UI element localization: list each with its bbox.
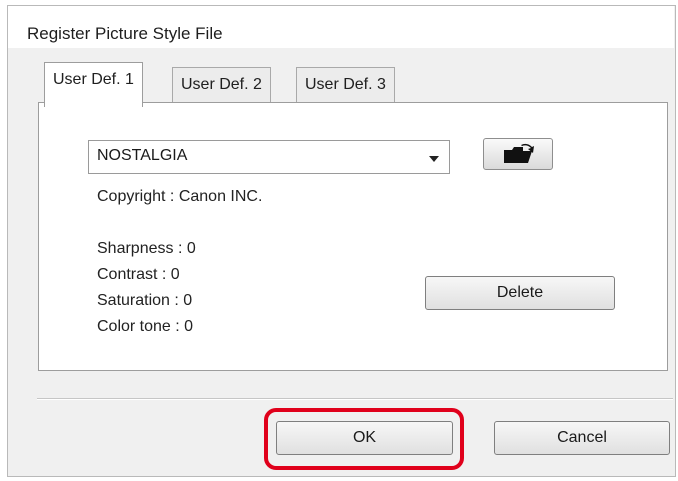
ok-highlight-box (264, 408, 464, 470)
sharpness-value: Sharpness : 0 (97, 240, 196, 257)
open-file-button[interactable] (483, 138, 553, 170)
chevron-down-icon[interactable] (429, 156, 439, 162)
delete-button[interactable]: Delete (425, 276, 615, 310)
tab-user-def-2[interactable]: User Def. 2 (172, 67, 271, 104)
contrast-value: Contrast : 0 (97, 266, 180, 283)
tab-user-def-3[interactable]: User Def. 3 (296, 67, 395, 104)
window-title: Register Picture Style File (27, 24, 223, 43)
saturation-value: Saturation : 0 (97, 292, 193, 309)
color-tone-value: Color tone : 0 (97, 318, 194, 335)
picture-style-select[interactable]: NOSTALGIA (88, 140, 450, 174)
title-bar: Register Picture Style File (8, 6, 674, 48)
picture-style-value: NOSTALGIA (97, 147, 188, 164)
tab-user-def-1[interactable]: User Def. 1 (44, 62, 143, 107)
cancel-button[interactable]: Cancel (494, 421, 670, 455)
divider (37, 398, 673, 400)
copyright-text: Copyright : Canon INC. (97, 188, 263, 205)
folder-open-icon (504, 143, 534, 163)
